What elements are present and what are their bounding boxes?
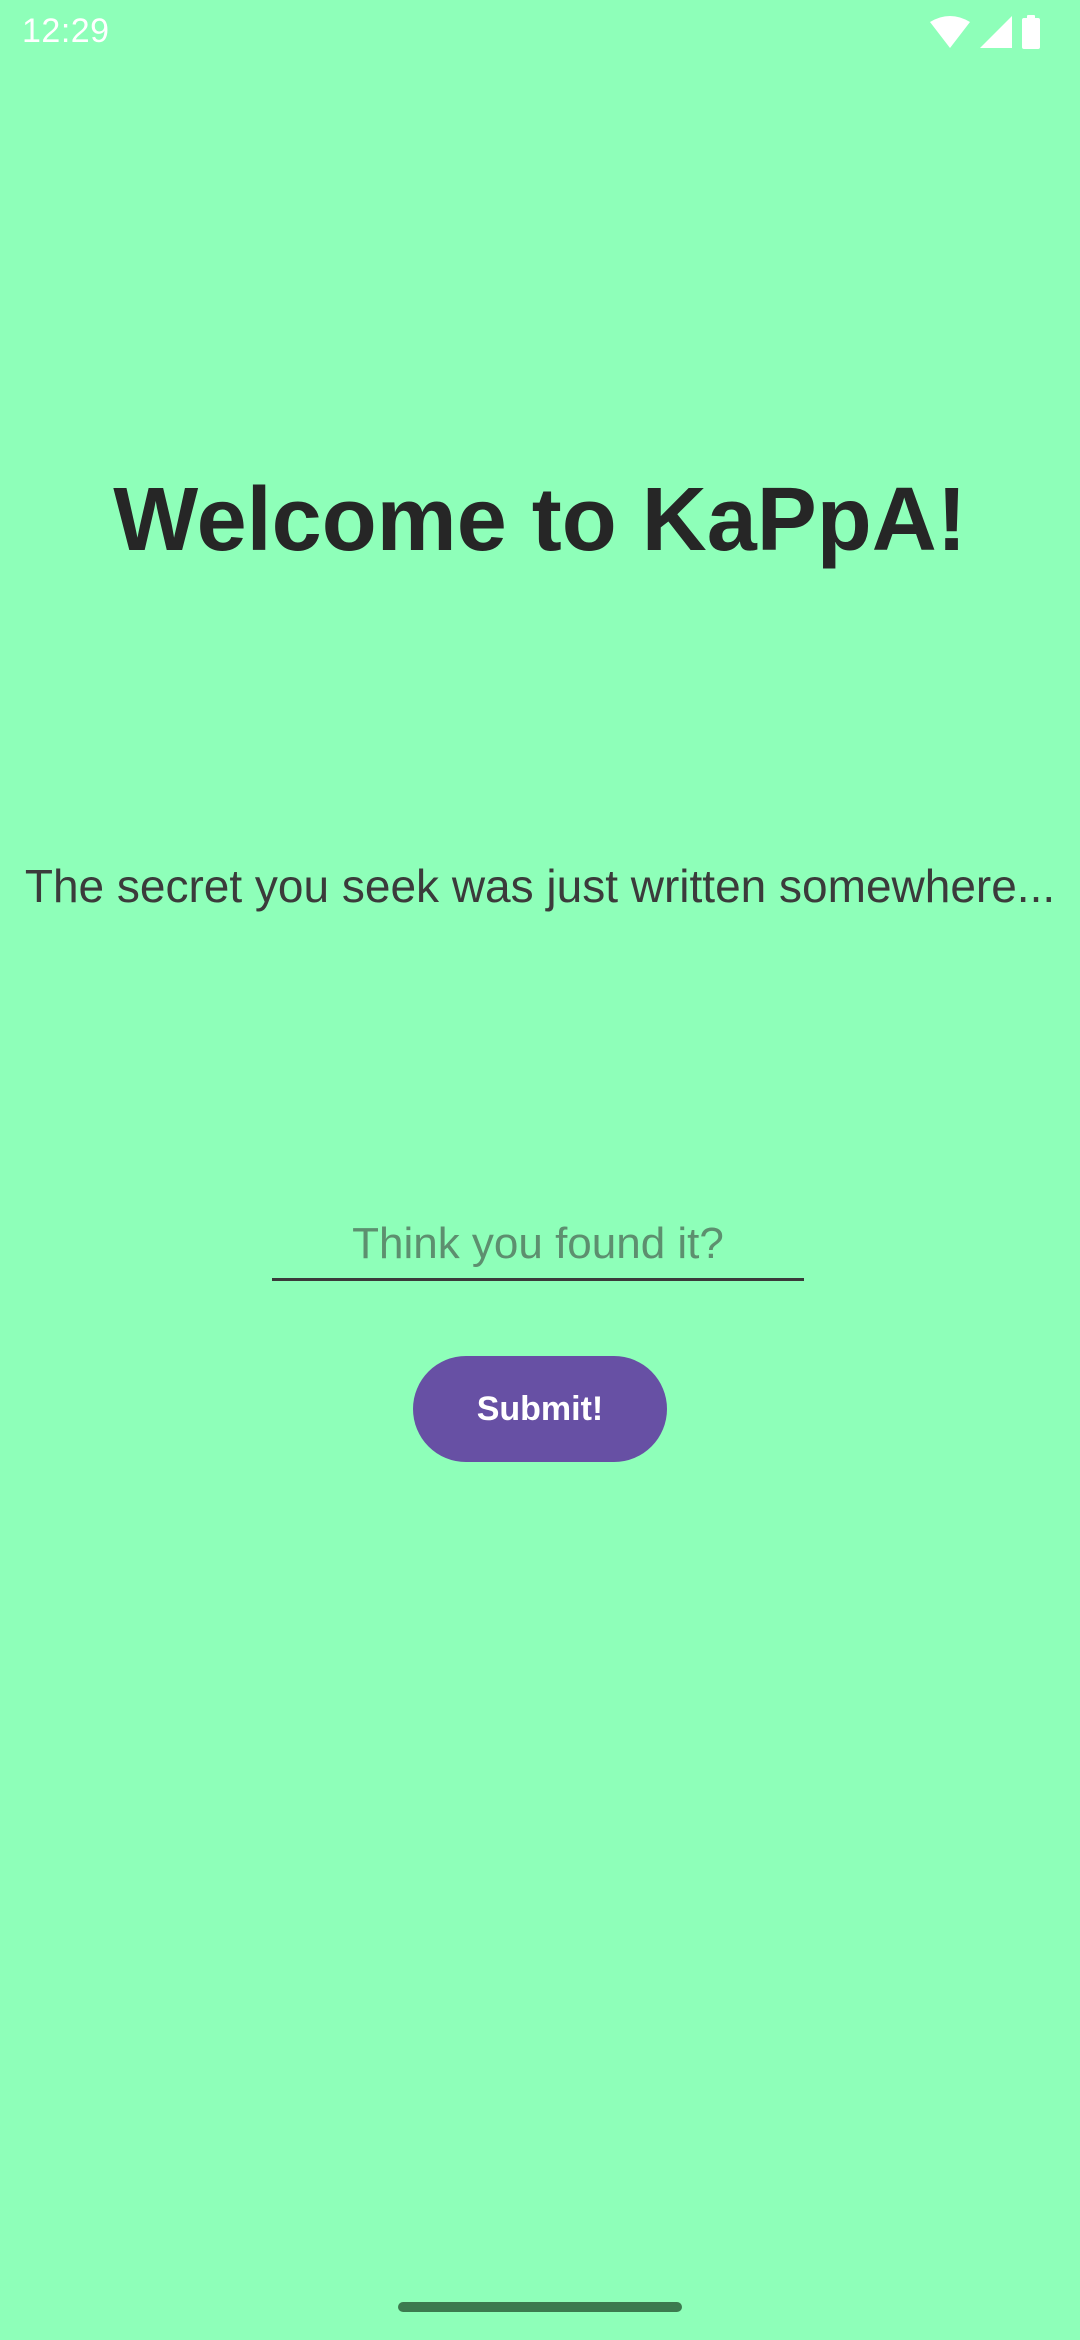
cellular-signal-icon — [980, 16, 1012, 48]
home-indicator[interactable] — [398, 2302, 682, 2312]
page-title: Welcome to KaPpA! — [113, 470, 967, 570]
wifi-icon — [930, 16, 970, 48]
hint-text: The secret you seek was just written som… — [24, 860, 1056, 912]
status-bar: 12:29 — [0, 0, 1080, 64]
answer-input[interactable] — [272, 1210, 804, 1281]
status-time: 12:29 — [22, 12, 110, 50]
submit-button[interactable]: Submit! — [413, 1356, 667, 1462]
status-icons — [930, 14, 1040, 50]
battery-icon — [1022, 15, 1040, 49]
